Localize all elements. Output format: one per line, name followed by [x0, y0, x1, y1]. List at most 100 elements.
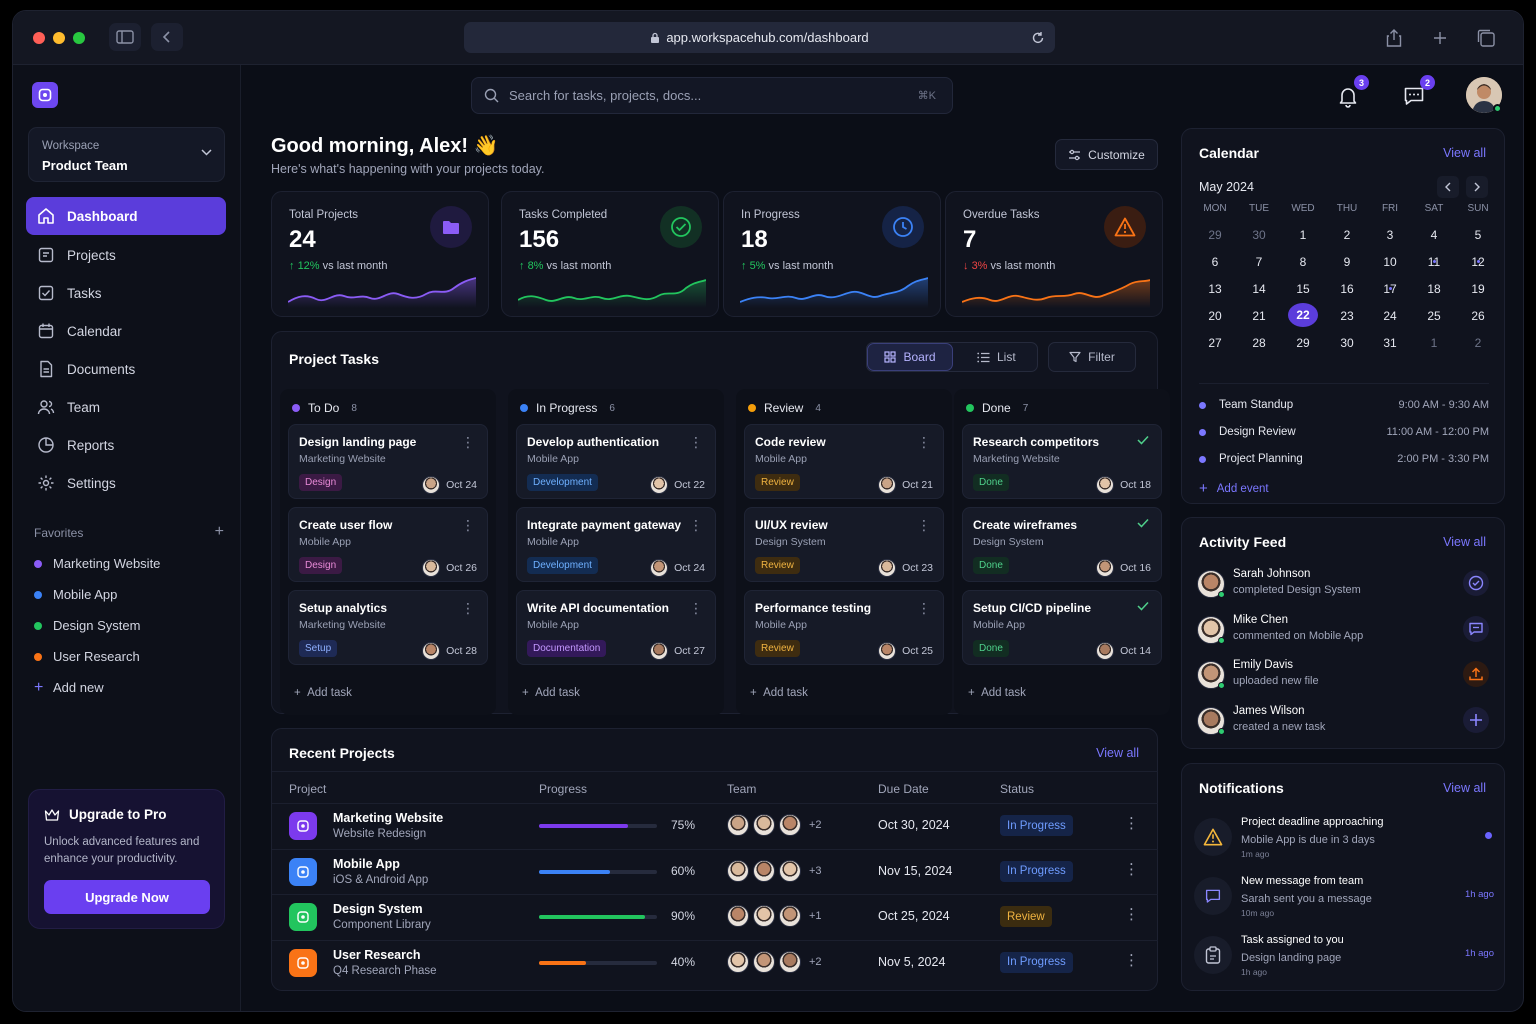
- calendar-day[interactable]: 29: [1200, 228, 1230, 242]
- upgrade-now-button[interactable]: Upgrade Now: [44, 880, 210, 914]
- calendar-day[interactable]: 1: [1288, 228, 1318, 242]
- recent-projects-view-all-link[interactable]: View all: [1096, 746, 1139, 760]
- table-row[interactable]: Marketing Website Website Redesign 75% +2 Oc…: [272, 803, 1158, 848]
- add-event-button[interactable]: + Add event: [1199, 481, 1269, 496]
- nav-item-projects[interactable]: Projects: [26, 236, 226, 274]
- nav-item-reports[interactable]: Reports: [26, 426, 226, 464]
- task-card[interactable]: Setup analytics Marketing Website Setup ⋮ Oc…: [288, 590, 488, 665]
- favorite-item[interactable]: Design System: [34, 618, 140, 633]
- nav-item-calendar[interactable]: Calendar: [26, 312, 226, 350]
- calendar-day[interactable]: 29: [1288, 336, 1318, 350]
- task-card[interactable]: UI/UX review Design System Review ⋮ Oct 23: [744, 507, 944, 582]
- more-menu-icon[interactable]: ⋮: [689, 435, 703, 449]
- row-more-menu-icon[interactable]: ⋮: [1124, 951, 1139, 969]
- plus-icon[interactable]: [1463, 706, 1489, 733]
- more-menu-icon[interactable]: ⋮: [461, 518, 475, 532]
- check-circle-icon[interactable]: [1463, 570, 1489, 596]
- activity-item[interactable]: Mike Chen commented on Mobile App: [1197, 612, 1489, 652]
- row-more-menu-icon[interactable]: ⋮: [1124, 814, 1139, 832]
- calendar-view-all-link[interactable]: View all: [1443, 146, 1486, 160]
- table-row[interactable]: Mobile App iOS & Android App 60% +3 Nov 15, …: [272, 848, 1158, 894]
- calendar-day[interactable]: 2: [1332, 228, 1362, 242]
- customize-button[interactable]: Customize: [1055, 139, 1158, 170]
- calendar-day[interactable]: 30: [1332, 336, 1362, 350]
- notification-item[interactable]: Task assigned to you Design landing page…: [1194, 934, 1494, 984]
- nav-item-team[interactable]: Team: [26, 388, 226, 426]
- calendar-day[interactable]: 19: [1463, 282, 1493, 296]
- share-button[interactable]: [1383, 27, 1405, 49]
- workspace-switcher[interactable]: Workspace Product Team: [28, 127, 225, 182]
- activity-item[interactable]: Sarah Johnson completed Design System: [1197, 566, 1489, 606]
- stat-card-total-projects[interactable]: Total Projects 24 ↑ 12% vs last month: [271, 191, 489, 317]
- calendar-day[interactable]: 21: [1244, 309, 1274, 323]
- close-window-button[interactable]: [33, 32, 45, 44]
- task-card[interactable]: Integrate payment gateway Mobile App Devel…: [516, 507, 716, 582]
- activity-item[interactable]: James Wilson created a new task: [1197, 703, 1489, 743]
- search-input[interactable]: Search for tasks, projects, docs...: [509, 88, 701, 103]
- table-row[interactable]: User Research Q4 Research Phase 40% +2 Nov 5…: [272, 939, 1158, 985]
- calendar-day[interactable]: 4: [1419, 228, 1449, 242]
- app-logo[interactable]: [32, 82, 58, 108]
- upload-icon[interactable]: [1463, 661, 1489, 687]
- notification-item[interactable]: New message from team Sarah sent you a m…: [1194, 875, 1494, 925]
- activity-item[interactable]: Emily Davis uploaded new file: [1197, 657, 1489, 697]
- maximize-window-button[interactable]: [73, 32, 85, 44]
- address-bar[interactable]: app.workspacehub.com/dashboard: [464, 22, 1055, 53]
- task-card[interactable]: Create user flow Mobile App Design ⋮ Oct 26: [288, 507, 488, 582]
- calendar-day[interactable]: 3: [1375, 228, 1405, 242]
- more-menu-icon[interactable]: ⋮: [917, 518, 931, 532]
- more-menu-icon[interactable]: ⋮: [917, 435, 931, 449]
- calendar-day[interactable]: 22: [1288, 303, 1318, 327]
- notifications-button[interactable]: 3: [1333, 75, 1369, 111]
- nav-item-documents[interactable]: Documents: [26, 350, 226, 388]
- more-menu-icon[interactable]: ⋮: [689, 601, 703, 615]
- new-tab-button[interactable]: [1429, 27, 1451, 49]
- add-task-button[interactable]: + Add task: [968, 687, 1026, 699]
- task-card[interactable]: Code review Mobile App Review ⋮ Oct 21: [744, 424, 944, 499]
- calendar-day[interactable]: 23: [1332, 309, 1362, 323]
- calendar-day[interactable]: 30: [1244, 228, 1274, 242]
- calendar-day[interactable]: 18: [1419, 282, 1449, 296]
- list-view-button[interactable]: List: [977, 343, 1016, 371]
- calendar-day[interactable]: 31: [1375, 336, 1405, 350]
- calendar-day[interactable]: 7: [1244, 255, 1274, 269]
- favorite-item[interactable]: Marketing Website: [34, 556, 160, 571]
- task-card[interactable]: Performance testing Mobile App Review ⋮ Oct …: [744, 590, 944, 665]
- more-menu-icon[interactable]: ⋮: [917, 601, 931, 615]
- calendar-event[interactable]: Design Review 11:00 AM - 12:00 PM: [1199, 426, 1489, 438]
- calendar-day[interactable]: 20: [1200, 309, 1230, 323]
- nav-item-tasks[interactable]: Tasks: [26, 274, 226, 312]
- calendar-day[interactable]: 13: [1200, 282, 1230, 296]
- more-menu-icon[interactable]: ⋮: [689, 518, 703, 532]
- row-more-menu-icon[interactable]: ⋮: [1124, 860, 1139, 878]
- notification-item[interactable]: Project deadline approaching Mobile App …: [1194, 816, 1494, 866]
- favorite-item[interactable]: User Research: [34, 649, 140, 664]
- task-card[interactable]: Research competitors Marketing Website Don…: [962, 424, 1162, 499]
- previous-month-button[interactable]: [1437, 176, 1459, 198]
- nav-item-settings[interactable]: Settings: [26, 464, 226, 502]
- calendar-day[interactable]: 27: [1200, 336, 1230, 350]
- calendar-day[interactable]: 25: [1419, 309, 1449, 323]
- calendar-day[interactable]: 9: [1332, 255, 1362, 269]
- task-card[interactable]: Design landing page Marketing Website Desi…: [288, 424, 488, 499]
- messages-button[interactable]: 2: [1399, 75, 1435, 111]
- tabs-overview-button[interactable]: [1475, 27, 1497, 49]
- calendar-day[interactable]: 14: [1244, 282, 1274, 296]
- activity-view-all-link[interactable]: View all: [1443, 535, 1486, 549]
- calendar-day[interactable]: 5: [1463, 228, 1493, 242]
- calendar-day[interactable]: 2: [1463, 336, 1493, 350]
- add-new-favorite[interactable]: + Add new: [34, 679, 104, 695]
- calendar-day[interactable]: 15: [1288, 282, 1318, 296]
- task-card[interactable]: Develop authentication Mobile App Developm…: [516, 424, 716, 499]
- calendar-event[interactable]: Team Standup 9:00 AM - 9:30 AM: [1199, 399, 1489, 411]
- board-view-button[interactable]: Board: [867, 343, 953, 371]
- add-favorite-button[interactable]: +: [215, 524, 224, 540]
- add-task-button[interactable]: + Add task: [750, 687, 808, 699]
- task-card[interactable]: Write API documentation Mobile App Documen…: [516, 590, 716, 665]
- table-row[interactable]: Design System Component Library 90% +1 Oct 2…: [272, 894, 1158, 939]
- task-card[interactable]: Setup CI/CD pipeline Mobile App Done Oct 14: [962, 590, 1162, 665]
- calendar-event[interactable]: Project Planning 2:00 PM - 3:30 PM: [1199, 453, 1489, 465]
- task-card[interactable]: Create wireframes Design System Done Oct 16: [962, 507, 1162, 582]
- sidebar-toggle-button[interactable]: [109, 23, 141, 51]
- calendar-day[interactable]: 28: [1244, 336, 1274, 350]
